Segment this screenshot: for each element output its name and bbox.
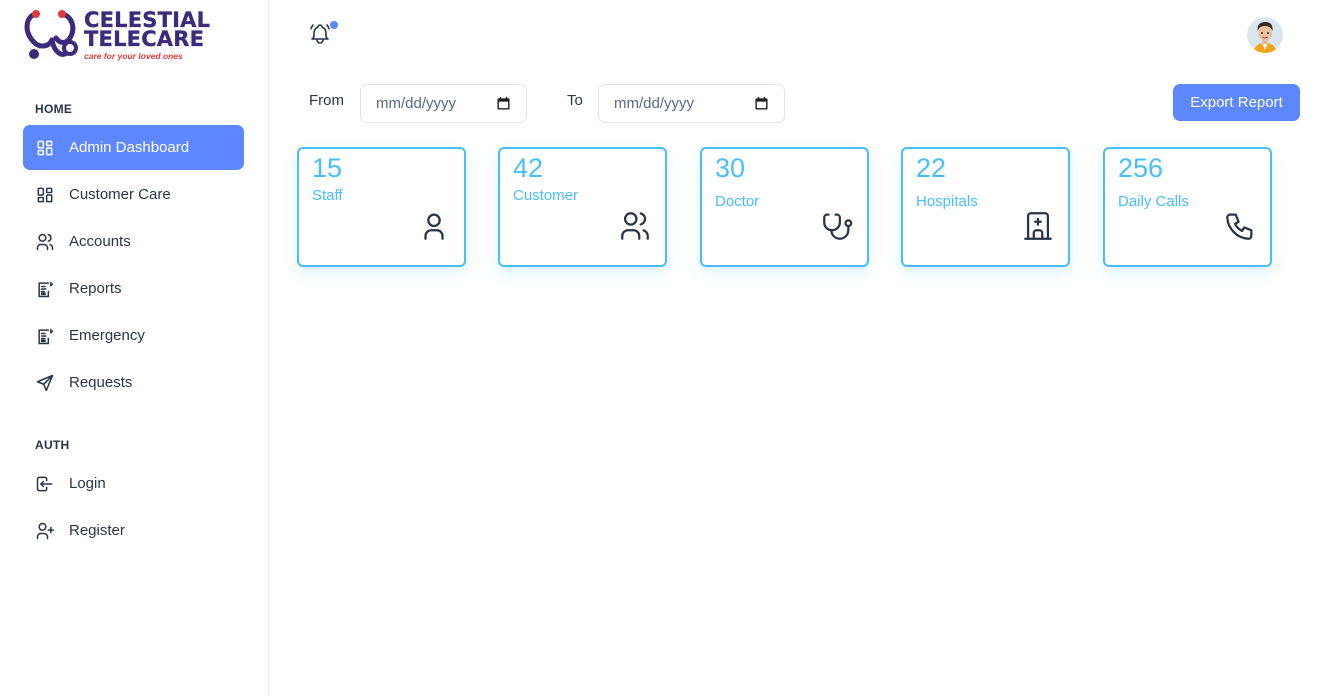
sidebar-item-login[interactable]: Login	[23, 461, 244, 506]
stat-label: Customer	[513, 187, 579, 204]
stat-value: 15	[312, 153, 343, 183]
brand-tagline: care for your loved ones	[84, 51, 183, 61]
user-avatar-icon	[1247, 17, 1283, 53]
phone-icon	[1226, 213, 1253, 240]
sidebar-item-label: Customer Care	[69, 186, 171, 203]
report-icon	[35, 279, 55, 299]
notifications-button[interactable]	[308, 21, 338, 48]
bell-icon	[310, 24, 330, 44]
stat-card-daily-calls[interactable]: 256 Daily Calls	[1103, 147, 1272, 267]
sidebar-item-accounts[interactable]: Accounts	[23, 219, 244, 264]
brand-name-line2: TELECARE	[84, 27, 205, 51]
users-icon	[35, 232, 55, 252]
sidebar-item-requests[interactable]: Requests	[23, 360, 244, 405]
sidebar-item-label: Reports	[69, 280, 122, 297]
stat-value: 42	[513, 153, 544, 183]
stat-label: Staff	[312, 187, 343, 204]
notification-dot	[330, 21, 338, 29]
brand-logo[interactable]: CELESTIAL TELECARE care for your loved o…	[22, 8, 212, 64]
stat-card-doctor[interactable]: 30 Doctor	[700, 147, 869, 267]
calendar-icon[interactable]	[497, 97, 510, 110]
sidebar-item-label: Register	[69, 522, 125, 539]
stethoscope-icon	[823, 213, 853, 240]
stat-label: Daily Calls	[1118, 193, 1189, 210]
calendar-icon[interactable]	[755, 97, 768, 110]
avatar[interactable]	[1247, 17, 1283, 53]
sidebar-item-admin-dashboard[interactable]: Admin Dashboard	[23, 125, 244, 170]
sidebar-item-reports[interactable]: Reports	[23, 266, 244, 311]
section-label-home: HOME	[35, 102, 73, 116]
to-label: To	[567, 92, 583, 109]
stat-card-customer[interactable]: 42 Customer	[498, 147, 667, 267]
stat-value: 256	[1118, 153, 1164, 183]
send-icon	[35, 373, 55, 393]
sidebar-item-register[interactable]: Register	[23, 508, 244, 553]
stat-label: Hospitals	[916, 193, 978, 210]
section-label-auth: AUTH	[35, 438, 70, 452]
sidebar-item-label: Emergency	[69, 327, 145, 344]
to-date-input[interactable]: mm/dd/yyyy	[598, 84, 785, 123]
stat-label: Doctor	[715, 193, 760, 210]
user-plus-icon	[35, 521, 55, 541]
sidebar-item-label: Requests	[69, 374, 133, 391]
from-date-input[interactable]: mm/dd/yyyy	[360, 84, 527, 123]
stat-card-hospitals[interactable]: 22 Hospitals	[901, 147, 1070, 267]
export-report-button[interactable]: Export Report	[1173, 84, 1300, 121]
to-date-placeholder: mm/dd/yyyy	[614, 95, 695, 112]
stethoscope-logo-icon	[24, 10, 78, 59]
login-icon	[35, 474, 55, 494]
from-label: From	[309, 92, 344, 109]
stat-value: 22	[916, 153, 947, 183]
sidebar-item-label: Accounts	[69, 233, 131, 250]
sidebar-item-emergency[interactable]: Emergency	[23, 313, 244, 358]
sidebar: CELESTIAL TELECARE care for your loved o…	[0, 0, 269, 696]
sidebar-item-label: Admin Dashboard	[69, 139, 190, 156]
report-icon	[35, 326, 55, 346]
from-date-placeholder: mm/dd/yyyy	[376, 95, 457, 112]
sidebar-item-customer-care[interactable]: Customer Care	[23, 172, 244, 217]
stat-value: 30	[715, 153, 746, 183]
dashboard-icon	[35, 138, 55, 158]
stat-card-staff[interactable]: 15 Staff	[297, 147, 466, 267]
hospital-icon	[1024, 212, 1052, 240]
sidebar-item-label: Login	[69, 475, 106, 492]
dashboard-icon	[35, 185, 55, 205]
user-icon	[424, 213, 444, 240]
users-icon	[621, 212, 649, 240]
